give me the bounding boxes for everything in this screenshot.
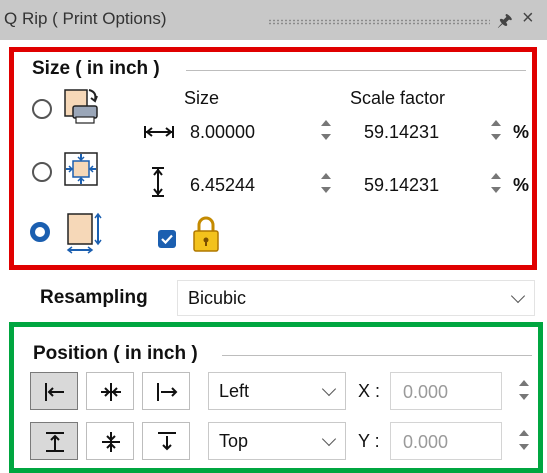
pin-icon[interactable]: 🖈 — [497, 8, 513, 37]
vertical-align-select[interactable]: Top — [208, 422, 346, 460]
align-left-button[interactable] — [30, 372, 78, 410]
chevron-down-icon — [321, 381, 337, 397]
close-icon[interactable]: × — [522, 7, 534, 30]
size-mode-radio-printer[interactable] — [32, 99, 52, 119]
resampling-label: Resampling — [40, 287, 148, 308]
scale-x-value: 59.14231 — [364, 122, 440, 142]
fit-to-printer-icon — [63, 86, 101, 131]
align-right-button[interactable] — [142, 372, 190, 410]
scale-x-spinner[interactable] — [488, 120, 504, 140]
scale-column-header: Scale factor — [350, 88, 446, 108]
scale-y-input[interactable]: 59.14231 — [352, 166, 478, 204]
size-group-title: Size ( in inch ) — [32, 58, 160, 79]
size-column-header: Size — [184, 88, 220, 108]
align-bottom-button[interactable] — [142, 422, 190, 460]
height-input[interactable]: 6.45244 — [178, 166, 306, 204]
horizontal-align-value: Left — [219, 381, 250, 401]
x-position-input[interactable]: 0.000 — [390, 372, 502, 410]
position-group-title: Position ( in inch ) — [33, 343, 198, 364]
resampling-value: Bicubic — [188, 288, 247, 308]
scale-x-unit: % — [513, 122, 530, 142]
chevron-down-icon — [510, 288, 526, 304]
panel-title: Q Rip ( Print Options) — [4, 9, 167, 28]
resampling-select[interactable]: Bicubic — [177, 280, 535, 316]
horizontal-align-select[interactable]: Left — [208, 372, 346, 410]
size-group-divider — [186, 70, 526, 71]
height-value: 6.45244 — [190, 175, 256, 195]
titlebar-grip[interactable] — [268, 19, 490, 25]
width-input[interactable]: 8.00000 — [178, 113, 306, 151]
y-label: Y : — [358, 431, 380, 451]
scale-y-spinner[interactable] — [488, 173, 504, 193]
keep-ratio-checkbox[interactable] — [158, 230, 176, 248]
width-value: 8.00000 — [190, 122, 256, 142]
y-position-spinner[interactable] — [516, 430, 532, 450]
custom-size-icon — [66, 212, 106, 261]
panel-titlebar: Q Rip ( Print Options) 🖈 × — [0, 0, 547, 40]
scale-y-unit: % — [513, 175, 530, 195]
align-top-button[interactable] — [30, 422, 78, 460]
align-center-v-button[interactable] — [86, 422, 134, 460]
height-spinner[interactable] — [318, 173, 334, 193]
height-arrow-icon — [150, 166, 166, 203]
chevron-down-icon — [321, 431, 337, 447]
x-position-spinner[interactable] — [516, 380, 532, 400]
y-position-input[interactable]: 0.000 — [390, 422, 502, 460]
fit-to-page-icon — [63, 151, 101, 194]
x-position-value: 0.000 — [403, 382, 449, 402]
scale-x-input[interactable]: 59.14231 — [352, 113, 478, 151]
align-center-h-button[interactable] — [86, 372, 134, 410]
width-spinner[interactable] — [318, 120, 334, 140]
size-mode-radio-custom[interactable] — [30, 222, 50, 242]
vertical-align-value: Top — [219, 431, 249, 451]
lock-icon — [192, 215, 220, 258]
scale-y-value: 59.14231 — [364, 175, 440, 195]
position-group-divider — [222, 355, 532, 356]
y-position-value: 0.000 — [403, 432, 449, 452]
x-label: X : — [358, 381, 381, 401]
size-mode-radio-fit[interactable] — [32, 162, 52, 182]
width-arrow-icon — [143, 124, 175, 145]
